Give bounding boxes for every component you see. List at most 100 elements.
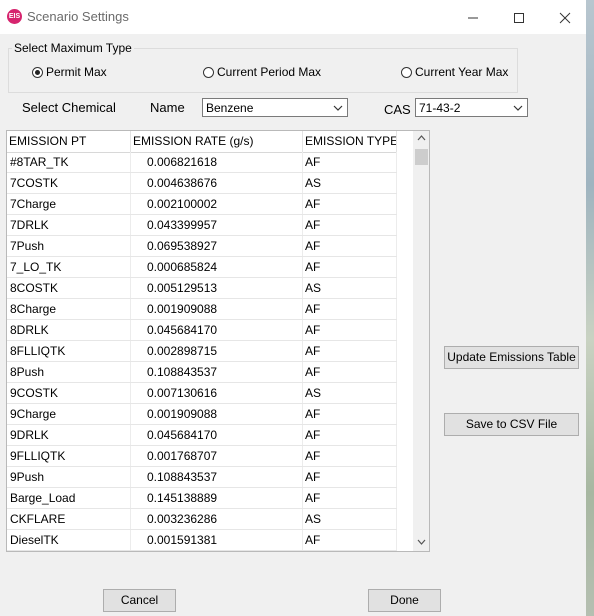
cell-emission-type: AF <box>303 320 397 340</box>
cell-emission-type: AF <box>303 530 397 550</box>
cell-emission-type: AF <box>303 362 397 382</box>
chemical-name-value: Benzene <box>206 101 254 115</box>
radio-permit-max[interactable]: Permit Max <box>32 64 107 80</box>
cell-emission-pt: Barge_Load <box>7 488 131 508</box>
minimize-icon[interactable] <box>450 0 496 34</box>
table-row[interactable]: 9COSTK 0.007130616 AS <box>7 383 397 404</box>
column-header-emission-rate[interactable]: EMISSION RATE (g/s) <box>131 131 303 152</box>
save-to-csv-button[interactable]: Save to CSV File <box>444 413 579 436</box>
cell-emission-rate: 0.045684170 <box>131 425 303 445</box>
cas-value: 71-43-2 <box>419 101 461 115</box>
window-title: Scenario Settings <box>27 9 129 24</box>
cell-emission-type: AS <box>303 173 397 193</box>
table-row[interactable]: 7DRLK 0.043399957 AF <box>7 215 397 236</box>
cell-emission-pt: 9Charge <box>7 404 131 424</box>
cell-emission-type: AF <box>303 215 397 235</box>
cell-emission-type: AF <box>303 152 397 172</box>
table-row[interactable]: 9Charge 0.001909088 AF <box>7 404 397 425</box>
table-row[interactable]: 7COSTK 0.004638676 AS <box>7 173 397 194</box>
cell-emission-type: AF <box>303 341 397 361</box>
table-row[interactable]: #8TAR_TK 0.006821618 AF <box>7 152 397 173</box>
table-row[interactable]: 8Push 0.108843537 AF <box>7 362 397 383</box>
max-type-legend: Select Maximum Type <box>14 41 132 55</box>
maximize-icon[interactable] <box>496 0 542 34</box>
cell-emission-pt: 7_LO_TK <box>7 257 131 277</box>
cell-emission-type: AS <box>303 509 397 529</box>
table-row[interactable]: 8Charge 0.001909088 AF <box>7 299 397 320</box>
table-row[interactable]: 9Push 0.108843537 AF <box>7 467 397 488</box>
app-logo: EIS <box>7 9 22 24</box>
cell-emission-pt: 7Push <box>7 236 131 256</box>
cell-emission-type: AF <box>303 446 397 466</box>
radio-label: Current Period Max <box>217 65 322 79</box>
cell-emission-type: AS <box>303 383 397 403</box>
cell-emission-pt: DieselTK <box>7 530 131 550</box>
cell-emission-type: AF <box>303 404 397 424</box>
name-label: Name <box>150 100 185 115</box>
cell-emission-pt: 8COSTK <box>7 278 131 298</box>
cell-emission-rate: 0.002898715 <box>131 341 303 361</box>
cell-emission-rate: 0.006821618 <box>131 152 303 172</box>
table-row[interactable]: 7Push 0.069538927 AF <box>7 236 397 257</box>
table-row[interactable]: 8DRLK 0.045684170 AF <box>7 320 397 341</box>
cell-emission-pt: #8TAR_TK <box>7 152 131 172</box>
cancel-button[interactable]: Cancel <box>103 589 176 612</box>
cell-emission-pt: 8DRLK <box>7 320 131 340</box>
table-row[interactable]: 8COSTK 0.005129513 AS <box>7 278 397 299</box>
cell-emission-rate: 0.043399957 <box>131 215 303 235</box>
scrollbar-thumb[interactable] <box>415 149 428 165</box>
radio-selected-icon <box>32 66 43 78</box>
cell-emission-rate: 0.001591381 <box>131 530 303 550</box>
cell-emission-pt: 9DRLK <box>7 425 131 445</box>
chevron-down-icon <box>333 102 343 116</box>
scenario-settings-window: EIS Scenario Settings Select Maximum Typ… <box>0 0 586 616</box>
emissions-table[interactable]: EMISSION PT EMISSION RATE (g/s) EMISSION… <box>6 130 430 552</box>
table-row[interactable]: 7Charge 0.002100002 AF <box>7 194 397 215</box>
cell-emission-type: AF <box>303 194 397 214</box>
select-chemical-label: Select Chemical <box>22 100 116 115</box>
radio-label: Current Year Max <box>415 65 509 79</box>
column-header-emission-type[interactable]: EMISSION TYPE <box>303 131 397 152</box>
cell-emission-pt: 8Push <box>7 362 131 382</box>
column-header-emission-pt[interactable]: EMISSION PT <box>7 131 131 152</box>
cell-emission-rate: 0.001909088 <box>131 299 303 319</box>
cell-emission-type: AF <box>303 257 397 277</box>
table-row[interactable]: 7_LO_TK 0.000685824 AF <box>7 257 397 278</box>
scroll-down-icon[interactable] <box>413 535 429 551</box>
title-bar: EIS Scenario Settings <box>0 0 586 34</box>
update-emissions-table-button[interactable]: Update Emissions Table <box>444 346 579 369</box>
done-button[interactable]: Done <box>368 589 441 612</box>
table-header: EMISSION PT EMISSION RATE (g/s) EMISSION… <box>7 131 397 153</box>
cell-emission-pt: 7COSTK <box>7 173 131 193</box>
cell-emission-type: AF <box>303 425 397 445</box>
table-row[interactable]: DieselTK 0.001591381 AF <box>7 530 397 551</box>
scroll-up-icon[interactable] <box>413 131 429 147</box>
radio-current-year-max[interactable]: Current Year Max <box>401 64 508 80</box>
cell-emission-type: AF <box>303 488 397 508</box>
desktop-background <box>586 0 594 616</box>
radio-unselected-icon <box>401 66 412 78</box>
cell-emission-type: AF <box>303 467 397 487</box>
chemical-name-dropdown[interactable]: Benzene <box>202 98 348 117</box>
cell-emission-rate: 0.108843537 <box>131 467 303 487</box>
cas-label: CAS <box>384 102 411 117</box>
table-row[interactable]: Barge_Load 0.145138889 AF <box>7 488 397 509</box>
table-row[interactable]: 8FLLIQTK 0.002898715 AF <box>7 341 397 362</box>
table-body: #8TAR_TK 0.006821618 AF 7COSTK 0.004638676 AS… <box>7 152 397 551</box>
cell-emission-pt: 7Charge <box>7 194 131 214</box>
cell-emission-pt: 9FLLIQTK <box>7 446 131 466</box>
cell-emission-pt: 7DRLK <box>7 215 131 235</box>
cell-emission-pt: CKFLARE <box>7 509 131 529</box>
cell-emission-type: AS <box>303 278 397 298</box>
cas-dropdown[interactable]: 71-43-2 <box>415 98 528 117</box>
table-row[interactable]: CKFLARE 0.003236286 AS <box>7 509 397 530</box>
table-row[interactable]: 9FLLIQTK 0.001768707 AF <box>7 446 397 467</box>
table-row[interactable]: 9DRLK 0.045684170 AF <box>7 425 397 446</box>
cell-emission-pt: 8Charge <box>7 299 131 319</box>
cell-emission-rate: 0.003236286 <box>131 509 303 529</box>
radio-current-period-max[interactable]: Current Period Max <box>203 64 321 80</box>
close-icon[interactable] <box>542 0 588 34</box>
cell-emission-rate: 0.002100002 <box>131 194 303 214</box>
table-scrollbar[interactable] <box>413 131 429 551</box>
cell-emission-rate: 0.108843537 <box>131 362 303 382</box>
